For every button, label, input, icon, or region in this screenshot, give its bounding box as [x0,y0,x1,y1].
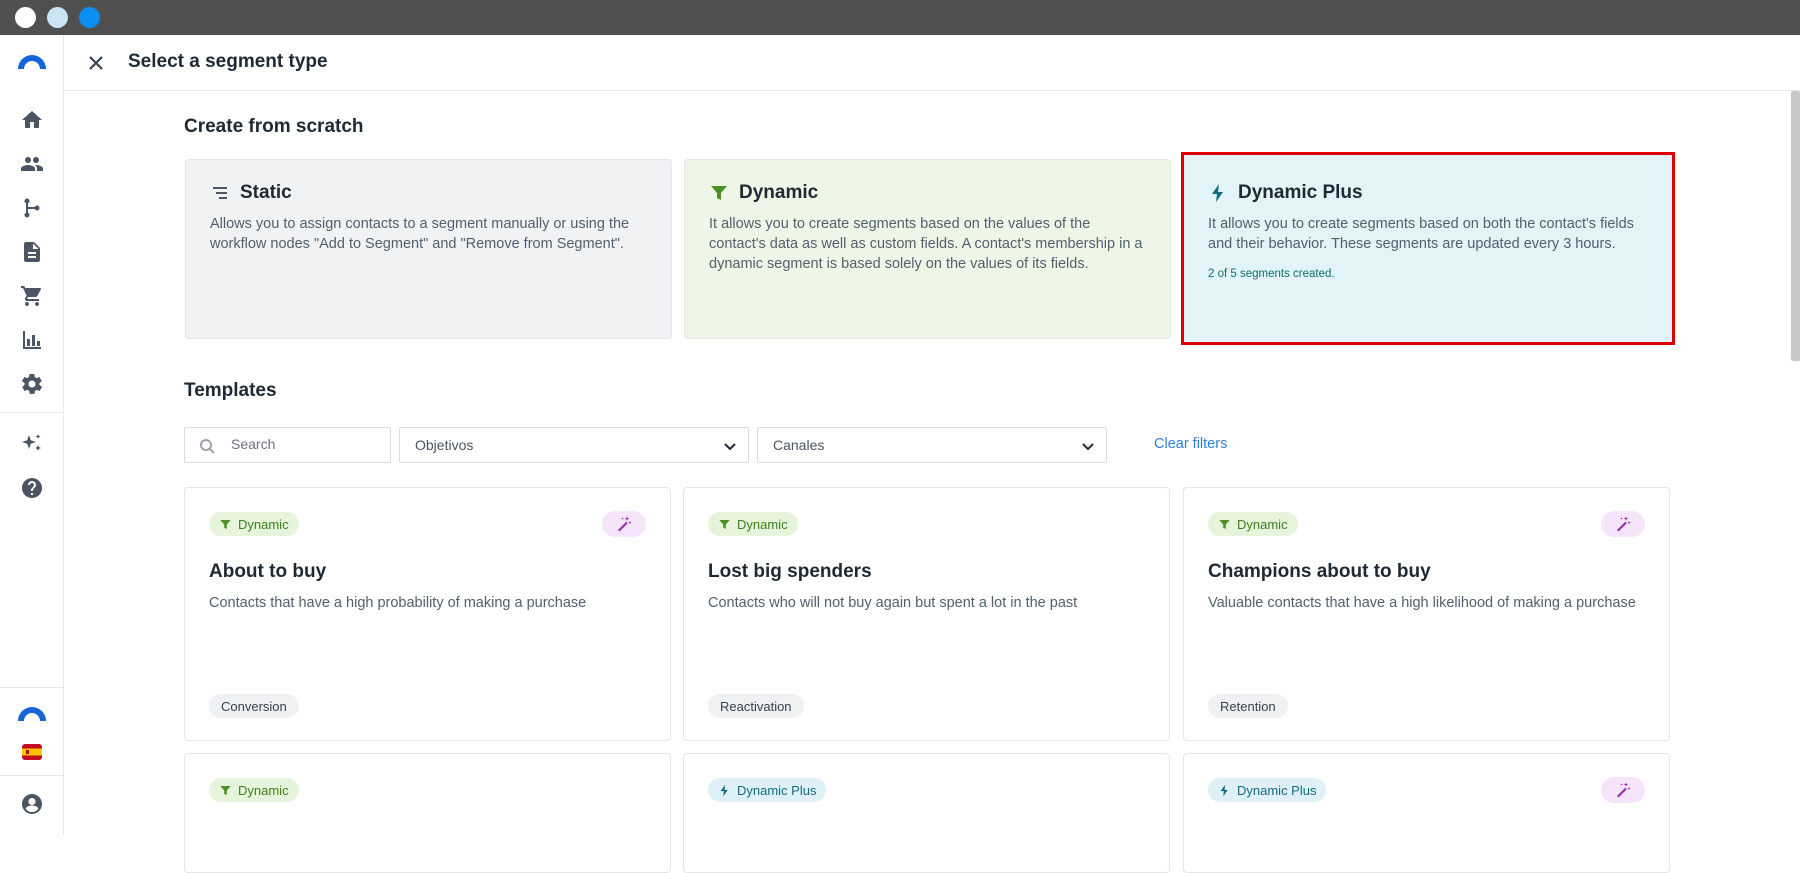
badge-label: Dynamic Plus [737,782,817,798]
sidebar-divider [0,687,64,688]
template-card[interactable]: Dynamic Plus [1183,753,1670,873]
badge-label: Dynamic Plus [1237,782,1317,798]
window-titlebar [0,0,1800,35]
top-bar: Select a segment type [64,35,1800,91]
card-description: Allows you to assign contacts to a segme… [210,216,630,252]
workflows-icon[interactable] [20,196,44,220]
segment-quota-text: 2 of 5 segments created. [1208,268,1335,280]
bolt-icon [720,784,728,796]
template-description: Valuable contacts that have a high likel… [1208,595,1636,611]
segment-type-dynamic-card[interactable]: Dynamic It allows you to create segments… [684,159,1171,339]
help-icon[interactable] [20,476,44,500]
search-input[interactable] [231,436,381,452]
type-badge: Dynamic [209,778,299,802]
account-logo-icon[interactable] [16,701,48,725]
chevron-down-icon [1082,443,1094,451]
filter-icon [220,519,231,529]
bolt-icon [1220,784,1228,796]
card-description: It allows you to create segments based o… [709,216,1143,272]
home-icon[interactable] [20,108,44,132]
template-card-lost-big-spenders[interactable]: Dynamic Lost big spenders Contacts who w… [683,487,1170,741]
objective-tag: Conversion [209,694,299,718]
scrollbar-thumb[interactable] [1791,91,1800,361]
template-description: Contacts who will not buy again but spen… [708,595,1078,611]
template-title: Lost big spenders [708,561,872,582]
segment-type-static-card[interactable]: Static Allows you to assign contacts to … [185,159,672,339]
sidebar [0,35,64,835]
badge-label: Dynamic [238,516,289,532]
filter-icon [220,785,231,795]
channels-select[interactable]: Canales [757,427,1107,463]
template-title: About to buy [209,561,327,582]
search-icon [200,439,215,454]
spain-flag-icon[interactable] [20,740,44,764]
window-minimize-dot[interactable] [47,7,68,28]
clear-filters-link[interactable]: Clear filters [1154,436,1227,452]
sidebar-divider [0,775,64,776]
reports-icon[interactable] [20,328,44,352]
type-badge: Dynamic [209,512,299,536]
template-title: Champions about to buy [1208,561,1431,582]
badge-label: Dynamic [238,782,289,798]
window-close-dot[interactable] [15,7,36,28]
ai-magic-wand-icon [1601,511,1645,537]
objective-tag: Reactivation [708,694,804,718]
sidebar-divider [0,412,64,413]
type-badge: Dynamic [708,512,798,536]
ai-magic-wand-icon [1601,777,1645,803]
type-badge: Dynamic Plus [708,778,827,802]
filter-icon [719,519,730,529]
template-card[interactable]: Dynamic [184,753,671,873]
settings-icon[interactable] [20,372,44,396]
template-description: Contacts that have a high probability of… [209,595,587,611]
template-card-about-to-buy[interactable]: Dynamic About to buy Contacts that have … [184,487,671,741]
select-value: Canales [773,437,825,453]
brand-logo-icon[interactable] [16,49,48,73]
filter-icon [711,186,727,200]
template-card[interactable]: Dynamic Plus [683,753,1170,873]
chevron-down-icon [724,443,736,451]
ai-sparkle-icon[interactable] [20,432,44,456]
user-account-icon[interactable] [20,792,44,816]
card-title: Static [240,182,292,203]
list-icon [213,187,227,199]
card-title: Dynamic [739,182,819,203]
filter-icon [1219,519,1230,529]
select-value: Objetivos [415,437,474,453]
close-icon[interactable] [84,51,108,75]
documents-icon[interactable] [20,240,44,264]
card-title: Dynamic Plus [1238,182,1363,203]
contacts-icon[interactable] [20,152,44,176]
type-badge: Dynamic Plus [1208,778,1327,802]
template-search [184,427,391,463]
section-title-scratch: Create from scratch [184,116,364,137]
page-title: Select a segment type [128,51,328,72]
bolt-icon [1212,184,1223,202]
card-description: It allows you to create segments based o… [1208,216,1634,252]
template-card-champions-about-to-buy[interactable]: Dynamic Champions about to buy Valuable … [1183,487,1670,741]
segment-type-dynamic-plus-card[interactable]: Dynamic Plus It allows you to create seg… [1181,152,1675,345]
ai-magic-wand-icon [602,511,646,537]
section-title-templates: Templates [184,380,277,401]
cart-icon[interactable] [20,284,44,308]
objective-tag: Retention [1208,694,1288,718]
badge-label: Dynamic [1237,516,1288,532]
objectives-select[interactable]: Objetivos [399,427,749,463]
type-badge: Dynamic [1208,512,1298,536]
badge-label: Dynamic [737,516,788,532]
window-maximize-dot[interactable] [79,7,100,28]
